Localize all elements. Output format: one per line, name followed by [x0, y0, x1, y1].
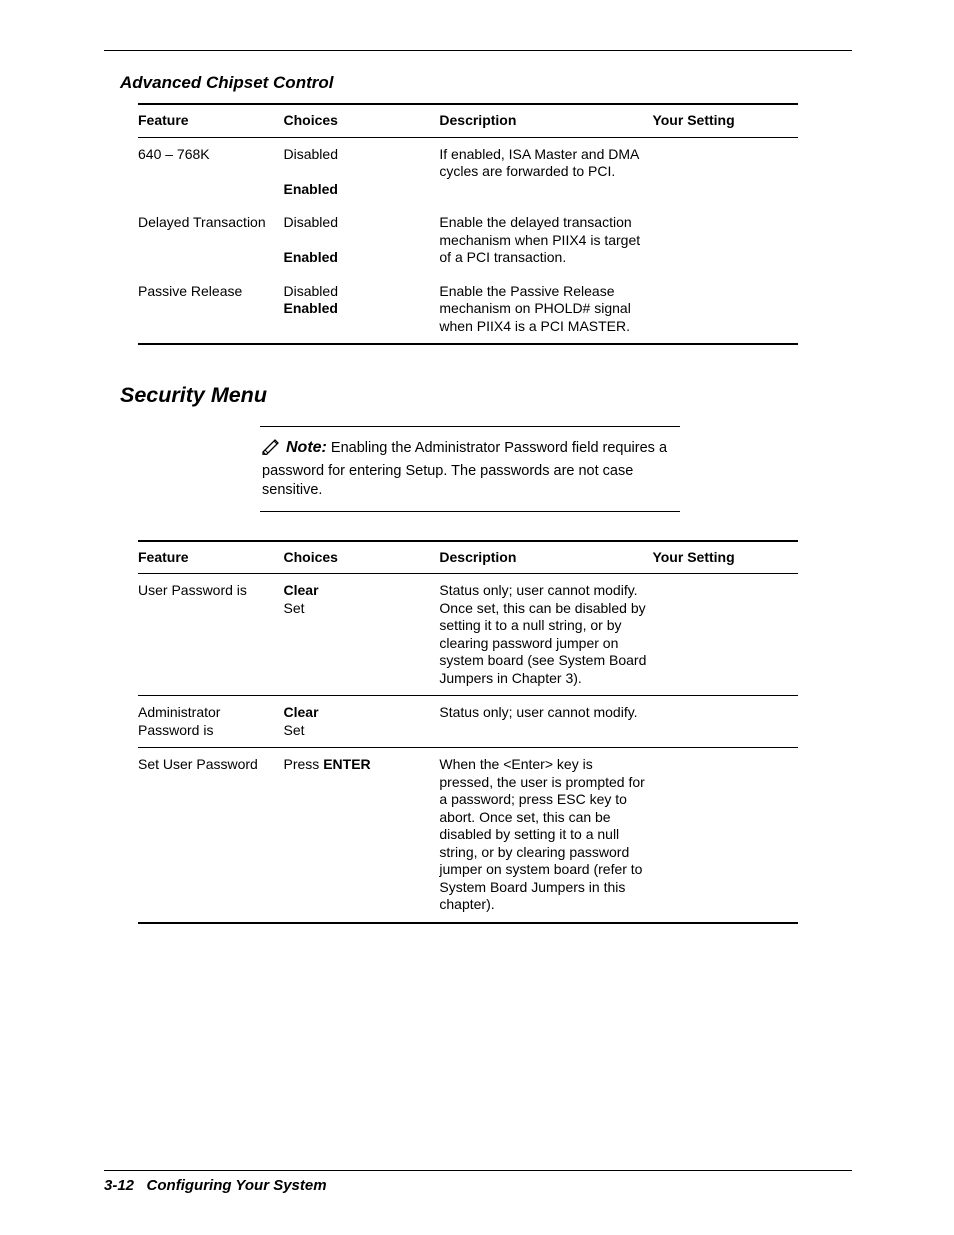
col-header-choices: Choices	[284, 541, 440, 574]
cell-feature: Passive Release	[138, 275, 284, 345]
choice-default: Clear	[284, 704, 319, 720]
cell-choices: Clear Set	[284, 696, 440, 748]
col-header-description: Description	[439, 541, 652, 574]
table-row: 640 – 768K Disabled Enabled If enabled, …	[138, 137, 798, 206]
choice-default: Enabled	[284, 249, 338, 265]
pencil-icon	[262, 439, 284, 462]
table-row: User Password is Clear Set Status only; …	[138, 574, 798, 696]
cell-feature: Administrator Password is	[138, 696, 284, 748]
table-header-row: Feature Choices Description Your Setting	[138, 104, 798, 137]
cell-choices: Press ENTER	[284, 748, 440, 923]
choice-prefix: Press	[284, 756, 324, 772]
col-header-feature: Feature	[138, 541, 284, 574]
choice-key: ENTER	[323, 756, 370, 772]
table-row: Administrator Password is Clear Set Stat…	[138, 696, 798, 748]
choice-plain: Set	[284, 600, 305, 616]
cell-choices: Disabled Enabled	[284, 137, 440, 206]
page-content: Advanced Chipset Control Feature Choices…	[104, 51, 852, 924]
note-label: Note:	[286, 439, 327, 456]
cell-description: When the <Enter> key is pressed, the use…	[439, 748, 652, 923]
cell-description: If enabled, ISA Master and DMA cycles ar…	[439, 137, 652, 206]
page-frame: Advanced Chipset Control Feature Choices…	[104, 50, 852, 1190]
cell-choices: Disabled Enabled	[284, 206, 440, 275]
cell-description: Status only; user cannot modify. Once se…	[439, 574, 652, 696]
cell-description: Enable the delayed transaction mechanism…	[439, 206, 652, 275]
cell-description: Enable the Passive Release mechanism on …	[439, 275, 652, 345]
cell-setting	[652, 206, 798, 275]
note-callout: Note: Enabling the Administrator Passwor…	[260, 426, 680, 512]
page-footer: 3-12 Configuring Your System	[104, 1170, 852, 1194]
col-header-feature: Feature	[138, 104, 284, 137]
choice-plain: Disabled	[284, 146, 338, 162]
col-header-description: Description	[439, 104, 652, 137]
choice-plain: Set	[284, 722, 305, 738]
table-row: Delayed Transaction Disabled Enabled Ena…	[138, 206, 798, 275]
table-row: Passive Release Disabled Enabled Enable …	[138, 275, 798, 345]
col-header-setting: Your Setting	[652, 541, 798, 574]
cell-feature: Set User Password	[138, 748, 284, 923]
security-menu-table: Feature Choices Description Your Setting…	[138, 540, 798, 924]
cell-setting	[652, 275, 798, 345]
col-header-choices: Choices	[284, 104, 440, 137]
section-heading-advanced: Advanced Chipset Control	[120, 73, 836, 93]
cell-feature: User Password is	[138, 574, 284, 696]
section-heading-security: Security Menu	[120, 383, 836, 408]
cell-setting	[652, 696, 798, 748]
footer-page-number: 3-12	[104, 1177, 134, 1194]
cell-choices: Clear Set	[284, 574, 440, 696]
choice-default: Clear	[284, 582, 319, 598]
choice-default: Enabled	[284, 300, 338, 316]
table-row: Set User Password Press ENTER When the <…	[138, 748, 798, 923]
cell-choices: Disabled Enabled	[284, 275, 440, 345]
cell-description: Status only; user cannot modify.	[439, 696, 652, 748]
advanced-chipset-table: Feature Choices Description Your Setting…	[138, 103, 798, 345]
cell-setting	[652, 574, 798, 696]
col-header-setting: Your Setting	[652, 104, 798, 137]
table-header-row: Feature Choices Description Your Setting	[138, 541, 798, 574]
choice-plain: Disabled	[284, 283, 338, 299]
cell-setting	[652, 137, 798, 206]
cell-setting	[652, 748, 798, 923]
cell-feature: Delayed Transaction	[138, 206, 284, 275]
cell-feature: 640 – 768K	[138, 137, 284, 206]
footer-section-label: Configuring Your System	[147, 1177, 327, 1194]
choice-default: Enabled	[284, 181, 338, 197]
choice-plain: Disabled	[284, 214, 338, 230]
